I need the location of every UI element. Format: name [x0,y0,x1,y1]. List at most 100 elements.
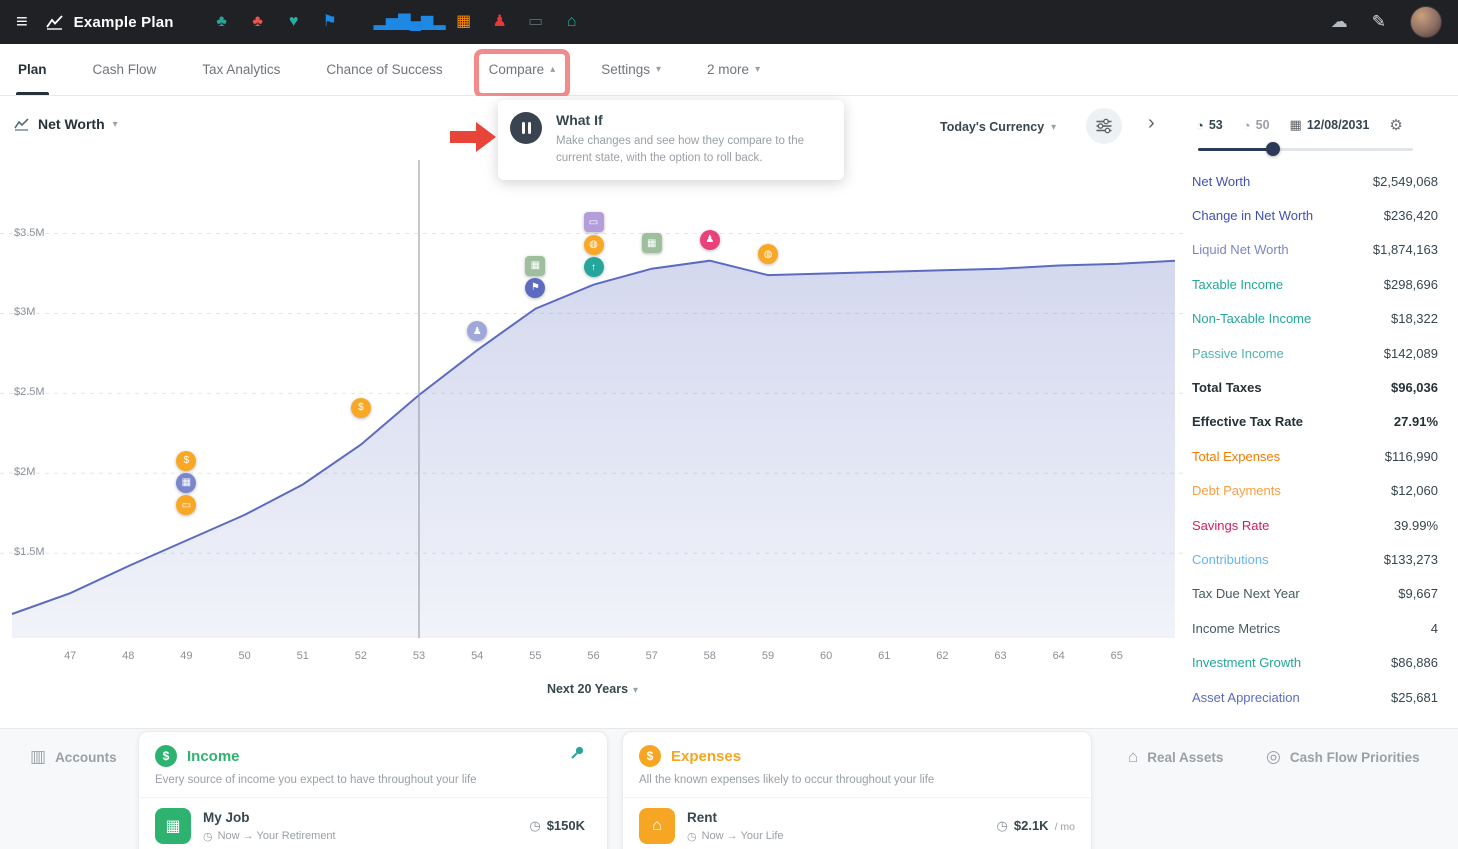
tune-icon [1095,117,1113,135]
x-tick-label: 54 [471,650,483,662]
settings-gear-icon[interactable]: ⚙ [1389,116,1402,134]
monitor-icon[interactable]: ▭ [518,0,554,44]
x-tick-label: 65 [1111,650,1123,662]
stat-row-total-expenses[interactable]: Total Expenses$116,990 [1192,439,1438,473]
property-milestone-icon[interactable]: ▦ [176,473,196,493]
stat-label: Change in Net Worth [1192,208,1313,223]
building-icon[interactable]: ⌂ [554,0,590,44]
stat-label: Total Taxes [1192,380,1262,395]
tab-label: Cash Flow [93,62,157,77]
pin-icon[interactable] [569,745,585,766]
stat-value: $298,696 [1384,277,1438,292]
stat-row-contributions[interactable]: Contributions$133,273 [1192,542,1438,576]
cash-flow-priorities-section-button[interactable]: ◎ Cash Flow Priorities [1266,747,1420,767]
accounts-section-button[interactable]: ▥ Accounts [30,747,117,767]
stat-label: Debt Payments [1192,483,1281,498]
home-milestone-icon[interactable]: ▦ [642,233,662,253]
stat-row-asset-appreciation[interactable]: Asset Appreciation$25,681 [1192,680,1438,714]
cloud-sync-icon[interactable]: ☁ [1331,12,1348,32]
expand-controls-chevron[interactable]: › [1148,112,1155,135]
partner-age-value: 50 [1256,118,1270,132]
stat-value: $9,667 [1398,586,1438,601]
stat-row-effective-tax-rate[interactable]: Effective Tax Rate27.91% [1192,405,1438,439]
stat-label: Effective Tax Rate [1192,414,1303,429]
stat-label: Total Expenses [1192,449,1280,464]
palm-tree-red-icon[interactable]: ♣ [240,0,276,44]
area-chart-icon[interactable]: ▄▆▂ [410,0,446,44]
chart-filters-button[interactable] [1086,108,1122,144]
slider-knob[interactable] [1266,142,1280,156]
flag-milestone-icon[interactable]: ⚑ [525,278,545,298]
stat-row-tax-due-next-year[interactable]: Tax Due Next Year$9,667 [1192,577,1438,611]
job-building-icon: ▦ [155,808,191,844]
savings-milestone-icon[interactable]: $ [351,398,371,418]
real-assets-section-button[interactable]: ⌂ Real Assets [1128,747,1223,767]
stat-value: $86,886 [1391,655,1438,670]
tab-tax-analytics[interactable]: Tax Analytics [200,44,282,95]
x-tick-label: 62 [936,650,948,662]
time-range-selector[interactable]: Next 20 Years▾ [0,682,1185,696]
palm-tree-green-icon[interactable]: ♣ [204,0,240,44]
chevron-up-icon: ▴ [550,64,555,75]
date-chip[interactable]: ▦ 12/08/2031 [1290,117,1370,133]
accounts-label: Accounts [55,750,117,765]
growth-milestone-icon[interactable]: ↑ [584,257,604,277]
stat-row-non-taxable-income[interactable]: Non-Taxable Income$18,322 [1192,302,1438,336]
what-if-icon [510,112,542,144]
expense-item-rent[interactable]: ⌂ Rent ◷ Now → Your Life ◷ $2.1K / mo [623,797,1091,849]
travel-milestone-icon[interactable]: ◍ [758,244,778,264]
income-item-my-job[interactable]: ▦ My Job ◷ Now → Your Retirement ◷ $150K [139,797,607,849]
flag-icon[interactable]: ⚑ [312,0,348,44]
stat-row-passive-income[interactable]: Passive Income$142,089 [1192,336,1438,370]
theme-brush-icon[interactable]: ✎ [1372,12,1386,32]
bar-chart-icon[interactable]: ▂▅▇ [374,0,410,44]
partner-age-chip[interactable]: ◔ 50 [1243,118,1270,133]
tab-chance-of-success[interactable]: Chance of Success [324,44,444,95]
user-avatar[interactable] [1410,6,1442,38]
metric-label: Net Worth [38,116,105,132]
stat-label: Savings Rate [1192,518,1269,533]
stat-row-investment-growth[interactable]: Investment Growth$86,886 [1192,645,1438,679]
stat-row-change-in-net-worth[interactable]: Change in Net Worth $236,420 [1192,198,1438,232]
person-milestone-icon[interactable]: ♟ [467,321,487,341]
stats-panel: Net Worth$2,549,068 Change in Net Worth $2… [1192,164,1438,714]
tab-compare[interactable]: Compare▴ [487,44,558,95]
metric-selector[interactable]: Net Worth ▾ [14,116,118,132]
stat-row-debt-payments[interactable]: Debt Payments$12,060 [1192,474,1438,508]
stat-row-total-taxes[interactable]: Total Taxes$96,036 [1192,370,1438,404]
monitor-milestone-icon[interactable]: ▭ [584,212,604,232]
savings-milestone-icon[interactable]: $ [176,451,196,471]
travel-milestone-icon[interactable]: ◍ [584,235,604,255]
tab-label: Plan [18,62,47,77]
annotation-arrow-icon [450,122,496,152]
stat-row-liquid-net-worth[interactable]: Liquid Net Worth$1,874,163 [1192,233,1438,267]
stat-row-income-metrics[interactable]: Income Metrics4 [1192,611,1438,645]
person-milestone-icon[interactable]: ♟ [700,230,720,250]
home-milestone-icon[interactable]: ▦ [525,256,545,276]
timeline-slider[interactable] [1198,142,1413,156]
tax-calculator-icon[interactable]: ▦ [446,0,482,44]
vehicle-milestone-icon[interactable]: ▭ [176,495,196,515]
tab-settings[interactable]: Settings▾ [599,44,663,95]
stat-value: $236,420 [1384,208,1438,223]
stat-row-savings-rate[interactable]: Savings Rate39.99% [1192,508,1438,542]
real-assets-label: Real Assets [1147,750,1223,765]
stat-value: 4 [1431,621,1438,636]
tab-cash-flow[interactable]: Cash Flow [91,44,159,95]
stat-row-net-worth[interactable]: Net Worth$2,549,068 [1192,164,1438,198]
retirement-age-chip[interactable]: ◔ 53 [1196,118,1223,133]
y-tick-label: $2M [14,466,35,478]
currency-selector[interactable]: Today's Currency ▾ [940,120,1056,134]
what-if-menu-item[interactable]: What If Make changes and see how they co… [498,100,844,180]
hamburger-menu-icon[interactable]: ≡ [16,12,28,32]
tab-2-more[interactable]: 2 more▾ [705,44,762,95]
person-milestone-icon[interactable]: ♟ [482,0,518,44]
tab-plan[interactable]: Plan [16,44,49,95]
plan-title: Example Plan [74,14,174,31]
stat-row-taxable-income[interactable]: Taxable Income$298,696 [1192,267,1438,301]
x-tick-label: 51 [297,650,309,662]
hearts-icon[interactable]: ♥ [276,0,312,44]
x-tick-label: 55 [529,650,541,662]
plan-dashboard: Net Worth ▾ Today's Currency ▾ › ◔ 53 [0,96,1458,728]
stat-label: Non-Taxable Income [1192,311,1311,326]
